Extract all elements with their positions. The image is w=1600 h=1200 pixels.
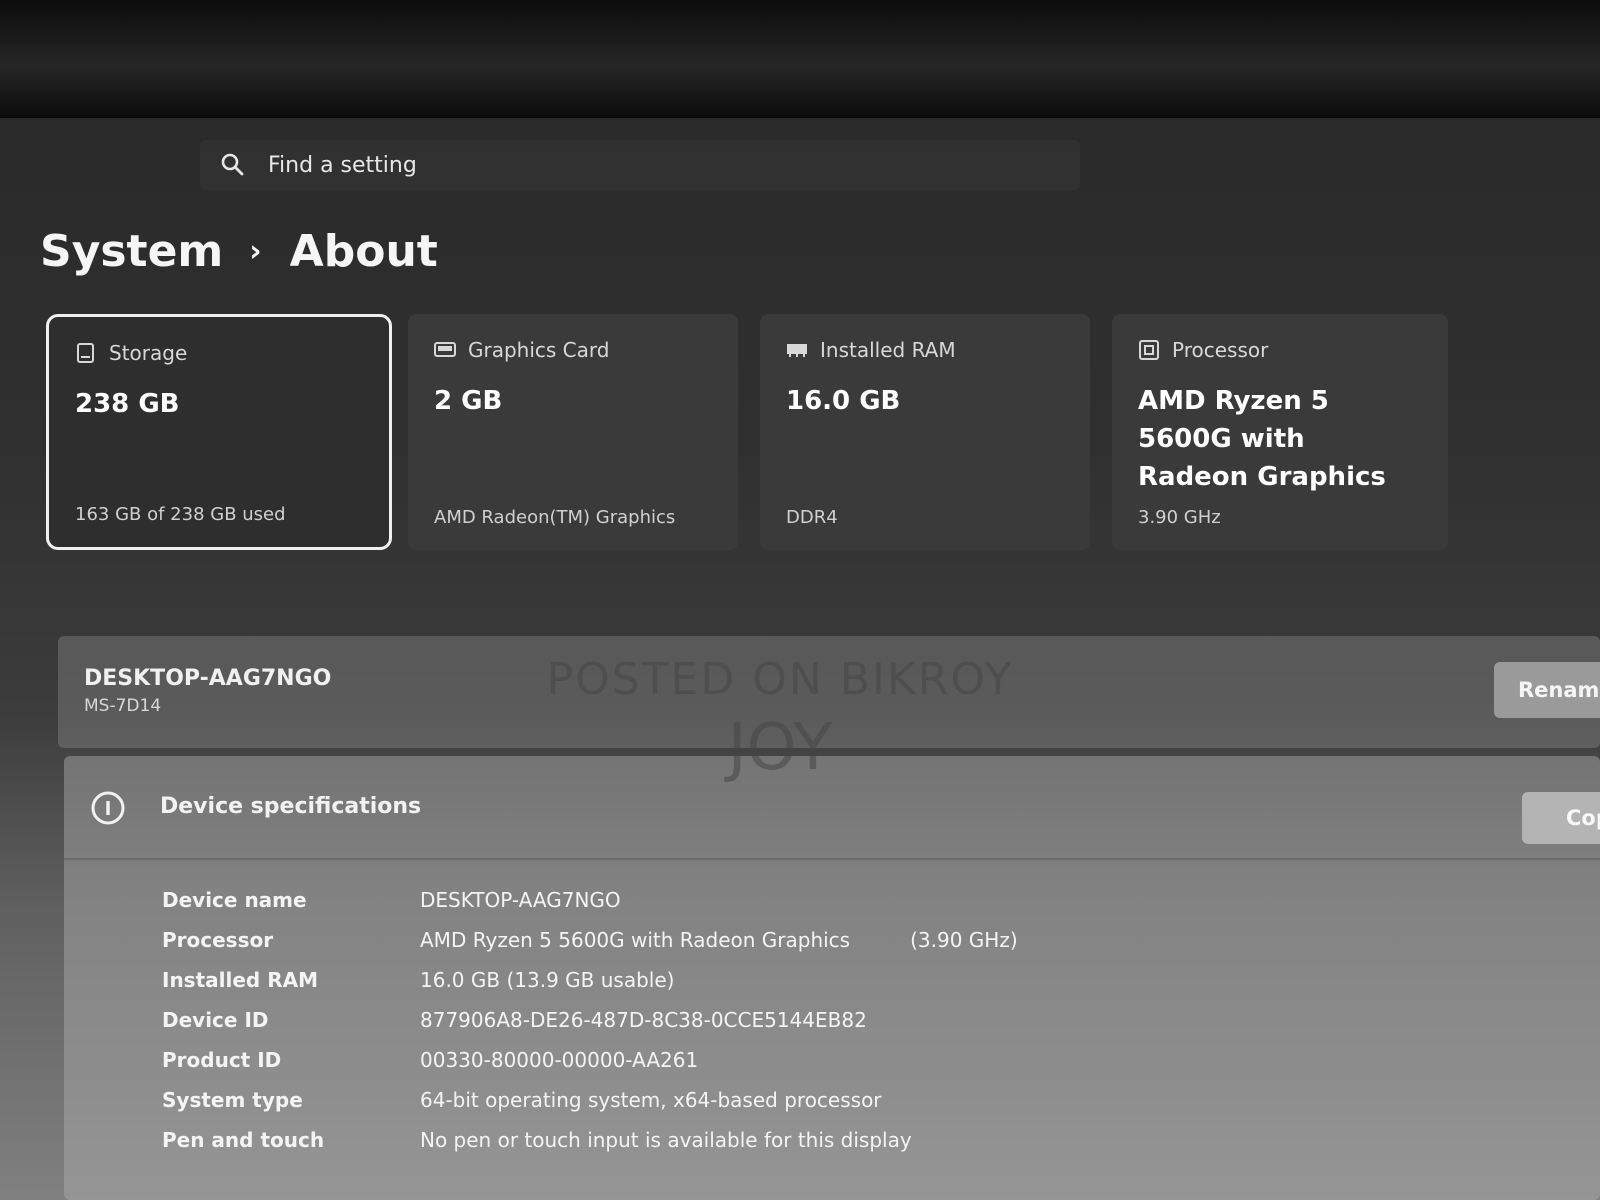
spec-label: Installed RAM — [162, 968, 318, 992]
processor-icon — [1139, 340, 1159, 360]
breadcrumb-separator-icon: › — [249, 234, 262, 269]
processor-card-header: Processor — [1138, 338, 1422, 362]
watermark-name: JOY — [727, 711, 833, 785]
graphics-card-title: Graphics Card — [468, 338, 610, 362]
spec-value: 00330-80000-00000-AA261 — [420, 1048, 699, 1072]
storage-icon — [77, 343, 94, 363]
watermark: POSTED ON BIKROY JOY — [0, 654, 1600, 785]
monitor-bezel — [0, 0, 1600, 120]
spec-value: DESKTOP-AAG7NGO — [420, 888, 621, 912]
storage-card-usage: 163 GB of 238 GB used — [75, 504, 286, 525]
spec-value-speed: (3.90 GHz) — [910, 928, 1018, 952]
graphics-card-card[interactable]: Graphics Card 2 GB AMD Radeon(TM) Graphi… — [408, 314, 738, 550]
graphics-card-model: AMD Radeon(TM) Graphics — [434, 507, 676, 528]
page-title: About — [289, 226, 438, 277]
spec-value: 877906A8-DE26-487D-8C38-0CCE5144EB82 — [420, 1008, 867, 1032]
installed-ram-value: 16.0 GB — [786, 386, 901, 416]
spec-row-system-type: System type 64-bit operating system, x64… — [162, 1080, 1018, 1120]
search-box[interactable] — [200, 140, 1080, 190]
spec-rows: Device name DESKTOP-AAG7NGO Processor AM… — [162, 880, 1018, 1160]
spec-label: Product ID — [162, 1048, 282, 1072]
spec-row-product-id: Product ID 00330-80000-00000-AA261 — [162, 1040, 1018, 1080]
installed-ram-type: DDR4 — [786, 507, 838, 528]
spec-label: Processor — [162, 928, 274, 952]
search-icon — [221, 153, 244, 176]
spec-label: Pen and touch — [162, 1128, 325, 1152]
ram-icon — [787, 344, 807, 357]
spec-value: 16.0 GB (13.9 GB usable) — [420, 968, 675, 992]
spec-label: Device ID — [162, 1008, 269, 1032]
device-specifications-panel: Device specifications Copy Device name D… — [64, 756, 1600, 1200]
settings-window: System › About Storage 238 GB 163 GB of … — [0, 118, 1600, 1200]
processor-card-value: AMD Ryzen 5 5600G with Radeon Graphics — [1138, 386, 1386, 492]
processor-card-title: Processor — [1172, 338, 1269, 362]
breadcrumb-system[interactable]: System — [40, 226, 223, 277]
copy-button[interactable]: Copy — [1522, 792, 1600, 844]
spec-row-processor: Processor AMD Ryzen 5 5600G with Radeon … — [162, 920, 1018, 960]
search-input[interactable] — [268, 152, 768, 178]
spec-label: System type — [162, 1088, 303, 1112]
watermark-line: POSTED ON BIKROY — [546, 654, 1014, 705]
storage-card-title: Storage — [109, 341, 188, 365]
spec-value: 64-bit operating system, x64-based proce… — [420, 1088, 882, 1112]
spec-row-installed-ram: Installed RAM 16.0 GB (13.9 GB usable) — [162, 960, 1018, 1000]
installed-ram-title: Installed RAM — [820, 338, 956, 362]
graphics-card-value: 2 GB — [434, 386, 503, 416]
graphics-card-header: Graphics Card — [434, 338, 712, 362]
spec-row-device-id: Device ID 877906A8-DE26-487D-8C38-0CCE51… — [162, 1000, 1018, 1040]
spec-row-pen-and-touch: Pen and touch No pen or touch input is a… — [162, 1120, 1018, 1160]
storage-card-value: 238 GB — [75, 389, 180, 419]
storage-card-header: Storage — [75, 341, 363, 365]
spec-row-device-name: Device name DESKTOP-AAG7NGO — [162, 880, 1018, 920]
installed-ram-card[interactable]: Installed RAM 16.0 GB DDR4 — [760, 314, 1090, 550]
spec-label: Device name — [162, 888, 307, 912]
graphics-card-icon — [434, 342, 456, 357]
device-specifications-title: Device specifications — [160, 794, 422, 819]
installed-ram-header: Installed RAM — [786, 338, 1064, 362]
spec-value: AMD Ryzen 5 5600G with Radeon Graphics — [420, 928, 851, 952]
info-icon — [91, 791, 125, 825]
storage-card[interactable]: Storage 238 GB 163 GB of 238 GB used — [46, 314, 392, 550]
processor-card-speed: 3.90 GHz — [1138, 507, 1221, 528]
processor-card[interactable]: Processor AMD Ryzen 5 5600G with Radeon … — [1112, 314, 1448, 550]
breadcrumb: System › About — [40, 226, 438, 277]
spec-value: No pen or touch input is available for t… — [420, 1128, 912, 1152]
